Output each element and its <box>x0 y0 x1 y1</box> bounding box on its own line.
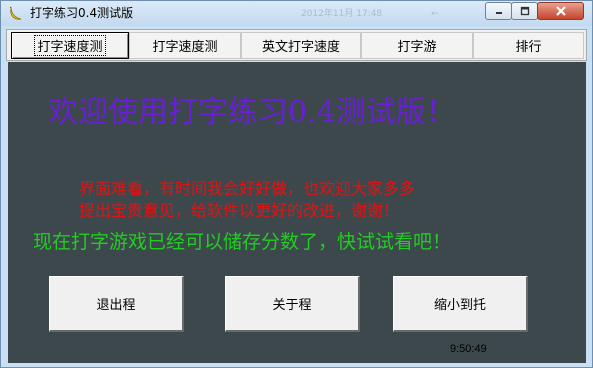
tab-typing-game[interactable]: 打字游 <box>361 32 473 59</box>
main-panel: 欢迎使用打字练习0.4测试版！ 界面难看，有时间我会好好做，也欢迎大家多多 提出… <box>8 62 586 363</box>
tab-bar: 打字速度测 打字速度测 英文打字速度 打字游 排行 <box>6 29 587 61</box>
close-icon <box>555 6 566 16</box>
window-title: 打字练习0.4测试版 <box>30 6 134 20</box>
tab-label: 排行 <box>515 40 542 55</box>
tab-typing-speed-test-2[interactable]: 打字速度测 <box>129 32 241 59</box>
tab-label: 打字游 <box>397 40 437 55</box>
banana-icon <box>9 6 22 20</box>
info-line: 现在打字游戏已经可以储存分数了，快试试看吧！ <box>33 231 452 253</box>
tab-typing-speed-test[interactable]: 打字速度测 <box>11 32 129 59</box>
notice-line-2: 提出宝贵意见，给软件以更好的改进，谢谢！ <box>79 201 400 220</box>
about-button-label: 关于程 <box>272 298 312 313</box>
about-button[interactable]: 关于程 <box>225 276 360 332</box>
title-bar[interactable]: 打字练习0.4测试版 2012年11月 17:48 ← <box>1 1 592 26</box>
clock-display: 9:50:49 <box>450 343 487 355</box>
minimize-button[interactable] <box>485 2 512 20</box>
minimize-to-tray-button[interactable]: 缩小到托 <box>393 276 528 332</box>
notice-line-1: 界面难看，有时间我会好好做，也欢迎大家多多 <box>79 179 416 198</box>
maximize-button[interactable] <box>511 2 538 20</box>
exit-button[interactable]: 退出程 <box>49 276 184 332</box>
welcome-heading: 欢迎使用打字练习0.4测试版！ <box>48 95 456 130</box>
tab-ranking[interactable]: 排行 <box>473 32 584 59</box>
app-window: 打字练习0.4测试版 2012年11月 17:48 ← 打字速度测 打字速度测 … <box>0 0 593 368</box>
tab-english-typing-speed[interactable]: 英文打字速度 <box>241 32 361 59</box>
tab-label: 打字速度测 <box>152 40 218 55</box>
minimize-to-tray-label: 缩小到托 <box>433 298 486 313</box>
title-ghost-text: 2012年11月 17:48 <box>301 9 383 19</box>
exit-button-label: 退出程 <box>96 298 136 313</box>
title-ghost-arrow: ← <box>431 9 439 19</box>
tab-label: 英文打字速度 <box>261 40 340 55</box>
minimize-icon <box>495 12 502 14</box>
maximize-icon <box>520 6 529 16</box>
tab-label: 打字速度测 <box>34 35 106 56</box>
close-button[interactable] <box>537 2 584 20</box>
